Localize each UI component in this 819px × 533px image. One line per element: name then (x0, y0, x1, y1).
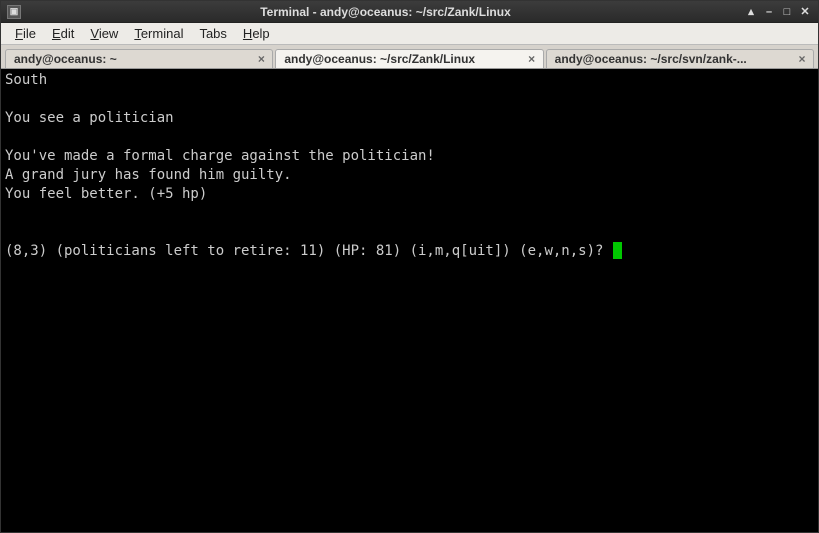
menu-file[interactable]: File (7, 24, 44, 43)
close-icon[interactable]: × (525, 52, 539, 66)
cursor-icon (613, 242, 622, 259)
terminal-prompt: (8,3) (politicians left to retire: 11) (… (5, 243, 612, 259)
menu-tabs[interactable]: Tabs (191, 24, 234, 43)
close-icon[interactable]: × (254, 52, 268, 66)
menu-terminal[interactable]: Terminal (126, 24, 191, 43)
terminal-prompt-line: (8,3) (politicians left to retire: 11) (… (5, 242, 814, 261)
tab-1[interactable]: andy@oceanus: ~/src/Zank/Linux × (275, 49, 543, 68)
tab-label: andy@oceanus: ~/src/svn/zank-... (555, 52, 789, 66)
terminal-area[interactable]: South You see a politician You've made a f… (1, 69, 818, 532)
tab-0[interactable]: andy@oceanus: ~ × (5, 49, 273, 68)
titlebar[interactable]: ▣ Terminal - andy@oceanus: ~/src/Zank/Li… (1, 1, 818, 23)
terminal-line: You've made a formal charge against the … (5, 147, 814, 166)
window-title: Terminal - andy@oceanus: ~/src/Zank/Linu… (27, 5, 744, 19)
minimize-button[interactable]: – (762, 5, 776, 19)
close-button[interactable]: ✕ (798, 5, 812, 19)
shade-button[interactable]: ▴ (744, 5, 758, 19)
close-icon[interactable]: × (795, 52, 809, 66)
tab-label: andy@oceanus: ~ (14, 52, 248, 66)
menubar: File Edit View Terminal Tabs Help (1, 23, 818, 45)
terminal-line (5, 90, 814, 109)
menu-edit[interactable]: Edit (44, 24, 82, 43)
terminal-line (5, 223, 814, 242)
terminal-line (5, 128, 814, 147)
window-controls: ▴ – □ ✕ (744, 5, 812, 19)
menu-help[interactable]: Help (235, 24, 278, 43)
terminal-line: You feel better. (+5 hp) (5, 185, 814, 204)
terminal-line (5, 204, 814, 223)
maximize-button[interactable]: □ (780, 5, 794, 19)
tabbar: andy@oceanus: ~ × andy@oceanus: ~/src/Za… (1, 45, 818, 69)
tab-label: andy@oceanus: ~/src/Zank/Linux (284, 52, 518, 66)
terminal-output: South You see a politician You've made a f… (5, 71, 814, 242)
terminal-line: You see a politician (5, 109, 814, 128)
app-icon: ▣ (7, 5, 21, 19)
terminal-line: South (5, 71, 814, 90)
terminal-line: A grand jury has found him guilty. (5, 166, 814, 185)
menu-view[interactable]: View (82, 24, 126, 43)
tab-2[interactable]: andy@oceanus: ~/src/svn/zank-... × (546, 49, 814, 68)
terminal-window: ▣ Terminal - andy@oceanus: ~/src/Zank/Li… (0, 0, 819, 533)
